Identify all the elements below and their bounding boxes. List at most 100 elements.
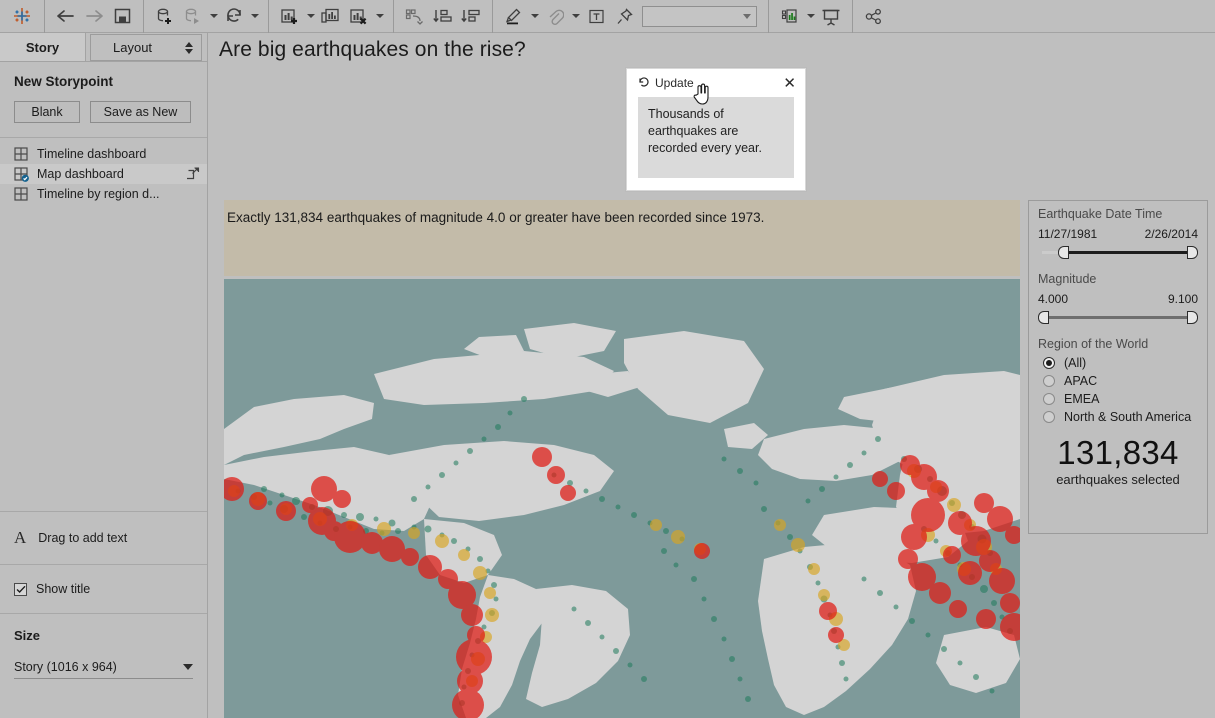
close-icon[interactable]: ✕ bbox=[783, 76, 796, 91]
sidebar-item-timeline-dashboard[interactable]: Timeline dashboard bbox=[0, 144, 207, 164]
banner-text: Exactly 131,834 earthquakes of magnitude… bbox=[227, 210, 765, 225]
pause-auto-updates-caret-icon[interactable] bbox=[207, 3, 220, 30]
magnitude-slider-handle-left[interactable] bbox=[1038, 311, 1049, 324]
sheet-label: Map dashboard bbox=[37, 167, 124, 181]
updown-chevron-icon bbox=[185, 41, 193, 54]
region-label: APAC bbox=[1064, 374, 1098, 388]
caption-text[interactable]: Thousands of earthquakes are recorded ev… bbox=[638, 97, 794, 178]
region-label: (All) bbox=[1064, 356, 1087, 370]
caption-header: Update ✕ bbox=[627, 69, 805, 97]
date-filter-max: 2/26/2014 bbox=[1144, 227, 1198, 241]
save-as-new-button[interactable]: Save as New bbox=[90, 101, 191, 123]
story-sidebar: Story Layout New Storypoint Blank Save a… bbox=[0, 33, 208, 718]
map-dashboard: Exactly 131,834 earthquakes of magnitude… bbox=[224, 200, 1215, 718]
magnitude-range-slider[interactable] bbox=[1038, 311, 1198, 324]
toolbar-group-annotate bbox=[493, 0, 768, 33]
region-filter-title: Region of the World bbox=[1038, 337, 1149, 351]
show-title-checkbox[interactable] bbox=[14, 582, 27, 596]
paperclip-caret-icon[interactable] bbox=[569, 3, 582, 30]
clear-sheet-button[interactable] bbox=[345, 3, 373, 30]
forward-button[interactable] bbox=[80, 3, 108, 30]
kpi-value: 131,834 bbox=[1057, 434, 1179, 471]
date-filter-title: Earthquake Date Time bbox=[1038, 207, 1163, 221]
sheet-label: Timeline dashboard bbox=[37, 147, 147, 161]
earthquake-map[interactable] bbox=[224, 279, 1020, 718]
pin-button[interactable] bbox=[610, 3, 638, 30]
region-option-all[interactable]: (All) bbox=[1038, 354, 1198, 372]
tableau-logo-icon bbox=[0, 5, 44, 27]
region-label: North & South America bbox=[1064, 410, 1192, 424]
save-button[interactable] bbox=[108, 3, 136, 30]
sort-descending-button[interactable] bbox=[457, 3, 485, 30]
toolbar-group-sheets bbox=[269, 0, 393, 33]
date-filter-min: 11/27/1981 bbox=[1038, 227, 1098, 241]
drag-to-add-text-label: Drag to add text bbox=[38, 531, 128, 545]
sidebar-item-map-dashboard[interactable]: Map dashboard bbox=[0, 164, 207, 184]
revert-arrow-icon bbox=[638, 76, 650, 91]
world-map-svg bbox=[224, 279, 1020, 718]
kpi-caption: earthquakes selected bbox=[1056, 472, 1180, 487]
new-data-source-button[interactable] bbox=[151, 3, 179, 30]
open-in-new-window-icon[interactable] bbox=[184, 167, 200, 183]
sort-ascending-button[interactable] bbox=[429, 3, 457, 30]
tab-story[interactable]: Story bbox=[0, 33, 86, 61]
dashboard-grid-active-icon bbox=[14, 167, 29, 182]
radio-icon bbox=[1043, 375, 1055, 387]
dashboard-grid-icon bbox=[14, 187, 28, 201]
refresh-data-source-button[interactable] bbox=[220, 3, 248, 30]
highlighter-button[interactable] bbox=[500, 3, 528, 30]
sidebar-item-timeline-by-region-dashboard[interactable]: Timeline by region d... bbox=[0, 184, 207, 204]
text-box-button[interactable] bbox=[582, 3, 610, 30]
swap-rows-columns-button[interactable] bbox=[401, 3, 429, 30]
date-slider-handle-right[interactable] bbox=[1187, 246, 1198, 259]
radio-icon bbox=[1043, 411, 1055, 423]
highlighter-caret-icon[interactable] bbox=[528, 3, 541, 30]
chevron-down-icon bbox=[183, 664, 193, 670]
date-range-slider[interactable] bbox=[1038, 246, 1198, 259]
tab-layout[interactable]: Layout bbox=[90, 34, 202, 61]
show-me-button[interactable] bbox=[776, 3, 804, 30]
toolbar-group-navigation bbox=[45, 0, 143, 33]
radio-icon-selected bbox=[1043, 357, 1055, 369]
region-option-apac[interactable]: APAC bbox=[1038, 372, 1198, 390]
mouse-cursor-hand-icon bbox=[692, 83, 712, 107]
dashboard-banner: Exactly 131,834 earthquakes of magnitude… bbox=[224, 200, 1020, 276]
show-title-row[interactable]: Show title bbox=[0, 564, 207, 613]
pause-auto-updates-button[interactable] bbox=[179, 3, 207, 30]
new-worksheet-button[interactable] bbox=[276, 3, 304, 30]
size-select[interactable]: Story (1016 x 964) bbox=[14, 660, 193, 679]
date-slider-fill bbox=[1064, 251, 1190, 254]
back-button[interactable] bbox=[52, 3, 80, 30]
radio-icon bbox=[1043, 393, 1055, 405]
clear-sheet-caret-icon[interactable] bbox=[373, 3, 386, 30]
toolbar-group-present bbox=[769, 0, 852, 33]
magnitude-slider-handle-right[interactable] bbox=[1187, 311, 1198, 324]
date-slider-handle-left[interactable] bbox=[1058, 246, 1069, 259]
magnitude-slider-fill bbox=[1044, 316, 1190, 319]
toolbar-group-layout bbox=[394, 0, 492, 33]
blank-button[interactable]: Blank bbox=[14, 101, 80, 123]
share-button[interactable] bbox=[860, 3, 888, 30]
main-toolbar bbox=[0, 0, 1215, 33]
dashboard-grid-icon bbox=[14, 147, 28, 161]
new-worksheet-caret-icon[interactable] bbox=[304, 3, 317, 30]
refresh-caret-icon[interactable] bbox=[248, 3, 261, 30]
toolbar-group-share bbox=[853, 0, 895, 33]
region-option-emea[interactable]: EMEA bbox=[1038, 390, 1198, 408]
size-value: Story (1016 x 964) bbox=[14, 660, 117, 674]
fit-combo[interactable] bbox=[642, 5, 757, 27]
update-button[interactable]: Update bbox=[638, 76, 694, 91]
paperclip-button[interactable] bbox=[541, 3, 569, 30]
region-option-north-south-america[interactable]: North & South America bbox=[1038, 408, 1198, 426]
duplicate-sheet-button[interactable] bbox=[317, 3, 345, 30]
show-title-label: Show title bbox=[36, 582, 91, 596]
magnitude-filter-max: 9.100 bbox=[1167, 292, 1198, 306]
sheet-list: Timeline dashboard Map dashboard Timelin… bbox=[0, 138, 207, 204]
toolbar-group-data bbox=[144, 0, 268, 33]
drag-to-add-text[interactable]: A Drag to add text bbox=[0, 511, 207, 564]
storypoint-caption-card: Update ✕ Thousands of earthquakes are re… bbox=[626, 68, 806, 191]
update-label: Update bbox=[655, 76, 694, 90]
show-me-caret-icon[interactable] bbox=[804, 3, 817, 30]
sidebar-tabs: Story Layout bbox=[0, 33, 207, 62]
presentation-mode-button[interactable] bbox=[817, 3, 845, 30]
